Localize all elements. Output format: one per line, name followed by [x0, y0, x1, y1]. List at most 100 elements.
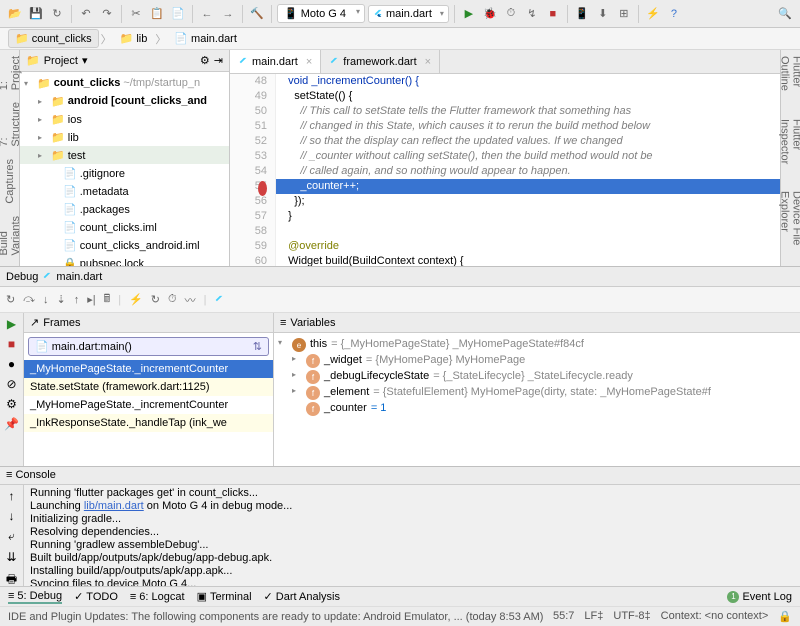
down-icon[interactable]: ↓: [9, 509, 15, 523]
step-into-icon[interactable]: ↓: [43, 294, 49, 306]
evaluate-icon[interactable]: 🖩: [104, 290, 111, 309]
breakpoints-icon[interactable]: ●: [8, 357, 15, 371]
attach-icon[interactable]: ↯: [523, 5, 541, 23]
editor-tab[interactable]: framework.dart×: [321, 50, 440, 73]
device-selector[interactable]: 📱 Moto G 4: [277, 4, 365, 23]
back-icon[interactable]: ←: [198, 5, 216, 23]
variable-row[interactable]: ▾e this = {_MyHomePageState} _MyHomePage…: [278, 337, 796, 353]
stop-icon[interactable]: ■: [8, 337, 15, 351]
rail-item[interactable]: Flutter Outline: [777, 54, 800, 109]
stack-frame[interactable]: _InkResponseState._handleTap (ink_we: [24, 414, 273, 432]
tree-item[interactable]: 📄 .gitignore: [20, 164, 229, 182]
console-output[interactable]: Running 'flutter packages get' in count_…: [24, 485, 800, 586]
variable-row[interactable]: ▸f _debugLifecycleState = {_StateLifecyc…: [278, 369, 796, 385]
flutter-action-icon[interactable]: ⚡: [644, 5, 662, 23]
tree-item[interactable]: 📄 .metadata: [20, 182, 229, 200]
editor-tab[interactable]: main.dart×: [230, 50, 321, 73]
stack-frame[interactable]: _MyHomePageState._incrementCounter: [24, 360, 273, 378]
tree-item[interactable]: 📄 .packages: [20, 200, 229, 218]
tree-item[interactable]: 🔒 pubspec.lock: [20, 254, 229, 266]
sdk-icon[interactable]: ⬇: [594, 5, 612, 23]
stack-frame[interactable]: _MyHomePageState._incrementCounter: [24, 396, 273, 414]
rail-item[interactable]: 2: Favorites: [0, 265, 24, 266]
hot-restart-icon[interactable]: ↻: [151, 293, 160, 306]
tree-item[interactable]: ▸📁 ios: [20, 110, 229, 128]
breadcrumb-file[interactable]: 📄 main.dart: [168, 30, 243, 47]
event-log[interactable]: 1 Event Log: [727, 591, 792, 603]
step-smart-icon[interactable]: ⇣: [56, 293, 65, 306]
search-icon[interactable]: 🔍: [776, 5, 794, 23]
resume-icon[interactable]: ▶: [7, 317, 16, 331]
code-editor[interactable]: void _incrementCounter() { setState(() {…: [276, 74, 780, 266]
status-message[interactable]: IDE and Plugin Updates: The following co…: [8, 611, 543, 623]
perf-icon[interactable]: 〰: [185, 292, 196, 308]
encoding[interactable]: UTF-8‡: [613, 610, 650, 623]
print-icon[interactable]: 🖶: [6, 570, 17, 586]
gutter[interactable]: 4849505152535455565758596061: [230, 74, 276, 266]
bottom-logcat[interactable]: ≡ 6: Logcat: [130, 591, 185, 603]
stop-icon[interactable]: ■: [544, 5, 562, 23]
pin-icon[interactable]: 📌: [4, 417, 19, 431]
save-icon[interactable]: 💾: [27, 5, 45, 23]
run-config-selector[interactable]: main.dart: [368, 5, 449, 23]
avd-icon[interactable]: 📱: [573, 5, 591, 23]
collapse-icon[interactable]: ⇥: [214, 54, 223, 67]
help-icon[interactable]: ?: [665, 5, 683, 23]
bottom-terminal[interactable]: ▣ Terminal: [197, 590, 252, 603]
open-icon[interactable]: 📂: [6, 5, 24, 23]
rail-item[interactable]: Build Variants: [0, 214, 24, 258]
editor-area: main.dart×framework.dart× 48495051525354…: [230, 50, 780, 266]
structure-icon[interactable]: ⊞: [615, 5, 633, 23]
breadcrumb-project[interactable]: 📁 count_clicks: [8, 29, 99, 48]
paste-icon[interactable]: 📄: [169, 5, 187, 23]
gear-icon[interactable]: ⚙: [200, 54, 210, 67]
rerun-icon[interactable]: ↻: [6, 293, 15, 306]
cut-icon[interactable]: ✂: [127, 5, 145, 23]
rail-item[interactable]: Captures: [2, 157, 18, 206]
breakpoint-icon[interactable]: [258, 181, 267, 196]
line-separator[interactable]: LF‡: [584, 610, 603, 623]
bottom-debug[interactable]: ≡ 5: Debug: [8, 590, 62, 604]
profile-icon[interactable]: ⏱: [502, 5, 520, 23]
variable-row[interactable]: ▸f _element = {StatefulElement} MyHomePa…: [278, 385, 796, 401]
lock-icon[interactable]: 🔒: [778, 610, 792, 623]
step-over-icon[interactable]: ⤼: [23, 293, 35, 306]
step-out-icon[interactable]: ↑: [74, 294, 80, 306]
hot-reload-icon[interactable]: ⚡: [129, 293, 143, 306]
variable-row[interactable]: f _counter = 1: [278, 401, 796, 417]
debug-icon[interactable]: 🐞: [481, 5, 499, 23]
tree-item[interactable]: ▸📁 android [count_clicks_and: [20, 92, 229, 110]
bottom-todo[interactable]: ✓ TODO: [74, 590, 118, 603]
redo-icon[interactable]: ↷: [98, 5, 116, 23]
settings-icon[interactable]: ⚙: [6, 397, 17, 411]
run-to-cursor-icon[interactable]: ▸|: [87, 293, 95, 306]
tree-item[interactable]: 📄 count_clicks_android.iml: [20, 236, 229, 254]
tree-item[interactable]: ▸📁 lib: [20, 128, 229, 146]
tree-item[interactable]: ▸📁 test: [20, 146, 229, 164]
up-icon[interactable]: ↑: [9, 489, 15, 503]
copy-icon[interactable]: 📋: [148, 5, 166, 23]
tree-root[interactable]: ▾📁 count_clicks ~/tmp/startup_n: [20, 74, 229, 92]
timer-icon[interactable]: ⏱: [168, 293, 177, 306]
rail-item[interactable]: 1: Project: [0, 54, 24, 92]
cursor-position[interactable]: 55:7: [553, 610, 574, 623]
tree-item[interactable]: 📄 count_clicks.iml: [20, 218, 229, 236]
breadcrumb-folder[interactable]: 📁 lib: [114, 30, 154, 47]
rail-item[interactable]: 7: Structure: [0, 100, 24, 149]
mute-bp-icon[interactable]: ⊘: [6, 377, 16, 391]
stack-frame[interactable]: State.setState (framework.dart:1125): [24, 378, 273, 396]
rail-item[interactable]: Device File Explorer: [777, 189, 800, 266]
run-icon[interactable]: ▶: [460, 5, 478, 23]
sync-icon[interactable]: ↻: [48, 5, 66, 23]
rail-item[interactable]: Flutter Inspector: [777, 117, 800, 180]
flutter-icon[interactable]: [214, 295, 224, 305]
wrap-icon[interactable]: ⤶: [8, 529, 15, 544]
undo-icon[interactable]: ↶: [77, 5, 95, 23]
thread-selector[interactable]: 📄 main.dart:main() ⇅: [28, 337, 269, 356]
forward-icon[interactable]: →: [219, 5, 237, 23]
bottom-dart-analysis[interactable]: ✓ Dart Analysis: [264, 590, 340, 603]
variable-row[interactable]: ▸f _widget = {MyHomePage} MyHomePage: [278, 353, 796, 369]
context-label[interactable]: Context: <no context>: [661, 610, 769, 623]
build-icon[interactable]: 🔨: [248, 5, 266, 23]
scroll-icon[interactable]: ⇊: [6, 550, 16, 564]
